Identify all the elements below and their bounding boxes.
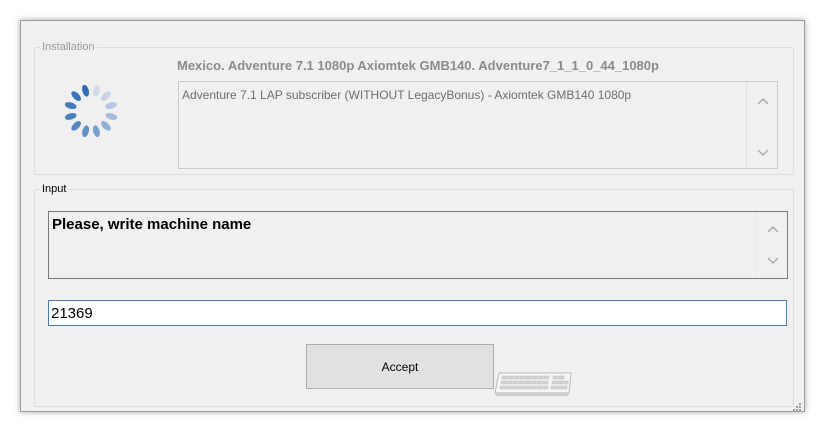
prompt-text: Please, write machine name <box>52 216 252 233</box>
scroll-down-icon[interactable] <box>757 146 769 158</box>
accept-button[interactable]: Accept <box>306 344 494 389</box>
resize-grip-icon[interactable] <box>792 399 802 411</box>
scroll-up-icon[interactable] <box>767 224 779 236</box>
installation-heading: Mexico. Adventure 7.1 1080p Axiomtek GMB… <box>177 58 659 73</box>
prompt-box: Please, write machine name <box>48 211 788 279</box>
description-scrollbar[interactable] <box>746 82 777 168</box>
installer-window: Installation Mexico. Adventure 7.1 1080p… <box>20 20 805 412</box>
input-group-label: Input <box>42 183 67 195</box>
loading-spinner-icon <box>61 81 121 141</box>
scroll-down-icon[interactable] <box>767 254 779 266</box>
keyboard-icon[interactable] <box>493 369 575 397</box>
installation-description-box: Adventure 7.1 LAP subscriber (WITHOUT Le… <box>178 81 778 169</box>
installation-description: Adventure 7.1 LAP subscriber (WITHOUT Le… <box>182 88 632 102</box>
machine-name-input[interactable] <box>48 300 787 326</box>
installation-group-label: Installation <box>42 41 95 53</box>
prompt-scrollbar[interactable] <box>756 212 787 278</box>
scroll-up-icon[interactable] <box>757 96 769 108</box>
